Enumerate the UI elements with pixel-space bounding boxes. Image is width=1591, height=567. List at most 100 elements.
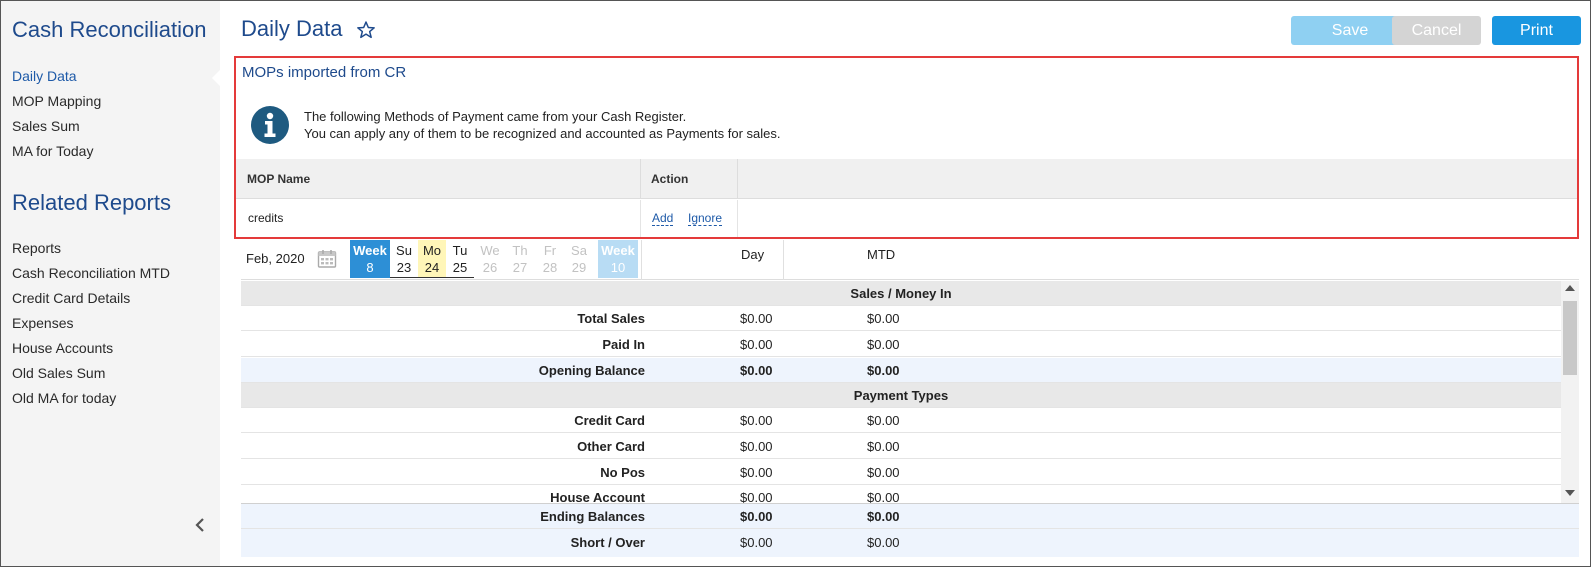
section-title: Sales / Money In <box>850 286 952 301</box>
table-scrollbar[interactable] <box>1561 281 1579 503</box>
date-navigation-bar: Feb, 2020 Week 8 Su 23 Mo 24 Tu 25 We 26… <box>241 240 1579 280</box>
day-value: $0.00 <box>740 439 773 454</box>
week-label: Week <box>601 243 635 258</box>
week-current-button[interactable]: Week 8 <box>350 240 390 278</box>
scroll-thumb[interactable] <box>1563 301 1577 375</box>
column-header-mop-name[interactable]: MOP Name <box>247 159 310 199</box>
scroll-down-arrow-icon[interactable] <box>1565 490 1575 496</box>
day-sunday[interactable]: Su 23 <box>390 240 418 278</box>
mtd-value: $0.00 <box>867 311 900 326</box>
mtd-value: $0.00 <box>867 337 900 352</box>
row-label: Ending Balances <box>540 509 645 524</box>
mtd-value: $0.00 <box>867 535 900 550</box>
info-circle-icon <box>251 106 289 144</box>
sidebar-item-mop-mapping[interactable]: MOP Mapping <box>12 91 101 116</box>
table-row: Total Sales $0.00 $0.00 <box>241 306 1561 331</box>
day-value: $0.00 <box>740 490 773 503</box>
day-number: 28 <box>542 260 558 275</box>
row-label: No Pos <box>600 465 645 480</box>
table-row: Opening Balance $0.00 $0.00 <box>241 358 1561 383</box>
day-thursday: Th 27 <box>506 240 534 278</box>
sidebar-item-daily-data[interactable]: Daily Data <box>12 66 101 91</box>
mtd-value: $0.00 <box>867 363 900 378</box>
related-item-cash-reconciliation-mtd[interactable]: Cash Reconciliation MTD <box>12 263 170 288</box>
week-label: Week <box>353 243 387 258</box>
row-label: Opening Balance <box>538 363 645 378</box>
table-row: No Pos $0.00 $0.00 <box>241 460 1561 485</box>
sidebar-item-ma-for-today[interactable]: MA for Today <box>12 141 101 166</box>
day-name: We <box>480 243 500 258</box>
table-row: House Account $0.00 $0.00 <box>241 485 1561 503</box>
day-name: Su <box>396 243 412 258</box>
sidebar-nav: Daily Data MOP Mapping Sales Sum MA for … <box>12 66 101 166</box>
info-line-2: You can apply any of them to be recogniz… <box>304 126 781 141</box>
scroll-up-arrow-icon[interactable] <box>1565 285 1575 291</box>
info-line-1: The following Methods of Payment came fr… <box>304 109 687 124</box>
day-saturday: Sa 29 <box>565 240 593 278</box>
table-row: Short / Over $0.00 $0.00 <box>241 530 1579 555</box>
mtd-value: $0.00 <box>867 490 900 503</box>
mtd-value: $0.00 <box>867 413 900 428</box>
related-item-house-accounts[interactable]: House Accounts <box>12 338 170 363</box>
day-monday[interactable]: Mo 24 <box>418 240 446 278</box>
column-divider <box>737 159 738 199</box>
day-number: 29 <box>571 260 587 275</box>
daily-data-table[interactable]: Sales / Money In Total Sales $0.00 $0.00… <box>241 281 1561 503</box>
mtd-value: $0.00 <box>867 439 900 454</box>
totals-footer: Ending Balances $0.00 $0.00 Short / Over… <box>241 503 1579 557</box>
column-header-day: Day <box>741 247 765 262</box>
day-friday: Fr 28 <box>536 240 564 278</box>
day-number: 25 <box>452 260 468 275</box>
sidebar-item-sales-sum[interactable]: Sales Sum <box>12 116 101 141</box>
mop-panel-title: MOPs imported from CR <box>242 64 407 81</box>
table-row: Ending Balances $0.00 $0.00 <box>241 504 1579 529</box>
table-row: Credit Card $0.00 $0.00 <box>241 408 1561 433</box>
row-label: Paid In <box>602 337 645 352</box>
chevron-left-icon[interactable] <box>194 517 206 538</box>
section-header-sales: Sales / Money In <box>241 281 1561 306</box>
day-number: 27 <box>512 260 528 275</box>
column-divider <box>641 240 642 280</box>
day-value: $0.00 <box>740 413 773 428</box>
day-number: 26 <box>482 260 498 275</box>
column-header-action[interactable]: Action <box>651 159 688 199</box>
table-row: Paid In $0.00 $0.00 <box>241 332 1561 357</box>
related-item-old-ma-for-today[interactable]: Old MA for today <box>12 388 170 413</box>
row-label: Credit Card <box>574 413 645 428</box>
day-value: $0.00 <box>740 363 773 378</box>
related-item-expenses[interactable]: Expenses <box>12 313 170 338</box>
star-outline-icon[interactable] <box>356 20 376 40</box>
week-number: 10 <box>610 260 626 275</box>
related-item-old-sales-sum[interactable]: Old Sales Sum <box>12 363 170 388</box>
row-label: Other Card <box>577 439 645 454</box>
day-value: $0.00 <box>740 311 773 326</box>
day-wednesday: We 26 <box>476 240 504 278</box>
mop-name-cell: credits <box>248 211 284 225</box>
add-mop-link[interactable]: Add <box>652 211 674 226</box>
sidebar: Cash Reconciliation Daily Data MOP Mappi… <box>1 1 221 566</box>
page-title: Daily Data <box>241 16 343 41</box>
column-divider <box>737 200 738 237</box>
day-number: 24 <box>424 260 440 275</box>
related-item-reports[interactable]: Reports <box>12 238 170 263</box>
related-reports-nav: Reports Cash Reconciliation MTD Credit C… <box>12 238 170 413</box>
week-number: 8 <box>366 260 374 275</box>
cancel-button[interactable]: Cancel <box>1392 16 1481 45</box>
column-divider <box>783 240 784 280</box>
mop-import-panel: MOPs imported from CR The following Meth… <box>234 56 1579 239</box>
ignore-mop-link[interactable]: Ignore <box>688 211 723 226</box>
calendar-icon[interactable] <box>317 249 337 269</box>
day-name: Tu <box>452 243 468 258</box>
month-label: Feb, 2020 <box>246 251 305 266</box>
week-next-button[interactable]: Week 10 <box>598 240 638 278</box>
day-value: $0.00 <box>740 535 773 550</box>
sidebar-title: Cash Reconciliation <box>12 17 207 42</box>
section-header-payment-types: Payment Types <box>241 383 1561 408</box>
day-tuesday[interactable]: Tu 25 <box>446 240 474 278</box>
row-label: Short / Over <box>570 535 645 550</box>
day-value: $0.00 <box>740 465 773 480</box>
print-button[interactable]: Print <box>1492 16 1581 45</box>
related-item-credit-card-details[interactable]: Credit Card Details <box>12 288 170 313</box>
row-label: House Account <box>550 490 645 503</box>
table-row: credits Add Ignore <box>236 200 1577 237</box>
